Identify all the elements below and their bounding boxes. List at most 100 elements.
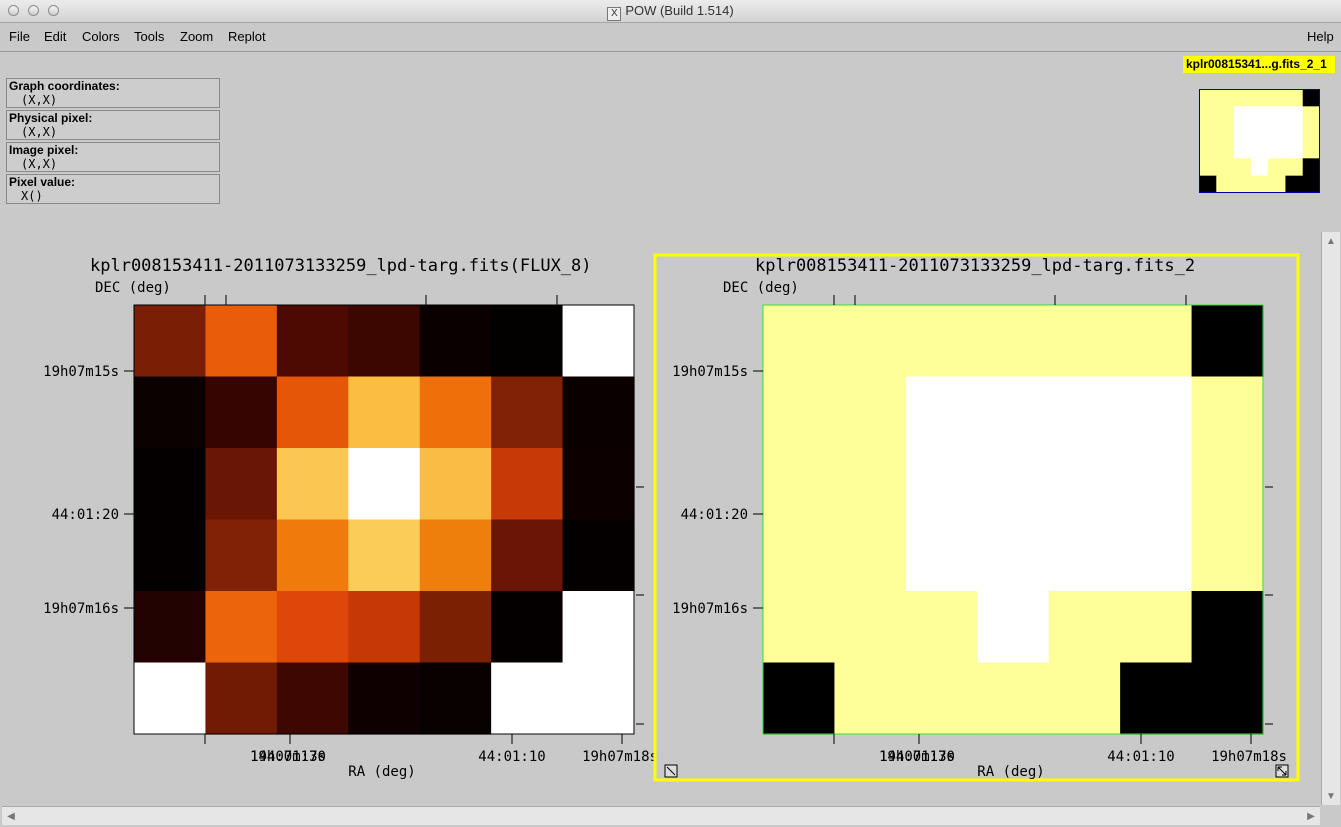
image-pixel: [562, 591, 635, 664]
image-pixel: [834, 376, 907, 449]
image-pixel: [834, 662, 907, 735]
image-pixel: [905, 448, 978, 521]
image-pixel: [348, 305, 421, 378]
graph-2: kplr008153411-2011073133259_lpd-targ.fit…: [653, 253, 1300, 782]
image-pixel: [763, 305, 836, 378]
image-pixel: [134, 591, 207, 664]
image-pixel: [1048, 591, 1121, 664]
scroll-up-arrow-icon[interactable]: ▲: [1323, 233, 1339, 249]
resize-handle-icon-left[interactable]: [664, 764, 678, 778]
graph-canvas[interactable]: kplr008153411-2011073133259_lpd-targ.fit…: [0, 0, 1341, 827]
image-pixel: [763, 448, 836, 521]
image-pixel: [1120, 376, 1193, 449]
image-pixel: [205, 376, 278, 449]
image-pixel: [905, 519, 978, 592]
image-pixel: [134, 662, 207, 735]
image-pixel: [977, 591, 1050, 664]
graph-xlabel: RA (deg): [977, 764, 1044, 780]
image-pixel: [205, 591, 278, 664]
graph-xlabel: RA (deg): [348, 764, 415, 780]
image-pixel: [348, 376, 421, 449]
image-pixel: [977, 519, 1050, 592]
image-pixel: [562, 376, 635, 449]
image-pixel: [763, 519, 836, 592]
image-pixel: [763, 591, 836, 664]
image-pixel: [491, 305, 564, 378]
y-tick-label: 19h07m15s: [43, 364, 119, 380]
image-pixel: [276, 448, 349, 521]
x-tick-label: 19h07m17s: [250, 749, 326, 765]
y-tick-label: 44:01:20: [681, 507, 748, 523]
image-pixel: [763, 662, 836, 735]
image-pixel: [1191, 591, 1264, 664]
graph-title: kplr008153411-2011073133259_lpd-targ.fit…: [90, 256, 592, 276]
image-pixel: [419, 519, 492, 592]
image-pixel: [348, 662, 421, 735]
y-tick-label: 44:01:20: [52, 507, 119, 523]
image-pixel: [1120, 519, 1193, 592]
image-pixel: [977, 662, 1050, 735]
image-pixel: [276, 305, 349, 378]
image-pixel: [905, 662, 978, 735]
image-pixel: [205, 305, 278, 378]
scroll-down-arrow-icon[interactable]: ▼: [1323, 788, 1339, 804]
image-pixel: [977, 376, 1050, 449]
y-tick-label: 19h07m16s: [43, 601, 119, 617]
image-pixel: [1191, 448, 1264, 521]
image-pixel: [1048, 305, 1121, 378]
graph-title: kplr008153411-2011073133259_lpd-targ.fit…: [755, 256, 1195, 276]
image-pixel: [834, 448, 907, 521]
image-pixel: [491, 591, 564, 664]
image-pixel: [1191, 305, 1264, 378]
image-pixel: [419, 376, 492, 449]
image-pixel: [1120, 662, 1193, 735]
image-pixel: [1191, 662, 1264, 735]
image-pixel: [1120, 448, 1193, 521]
image-pixel: [134, 305, 207, 378]
graph-1: kplr008153411-2011073133259_lpd-targ.fit…: [43, 256, 658, 780]
image-pixel: [905, 591, 978, 664]
graph-ylabel: DEC (deg): [723, 280, 799, 296]
image-pixel: [134, 448, 207, 521]
image-pixel: [276, 519, 349, 592]
x-tick-label: 19h07m18s: [1211, 749, 1287, 765]
image-pixel: [205, 519, 278, 592]
image-pixel: [1048, 448, 1121, 521]
image-pixel: [977, 448, 1050, 521]
image-pixel: [276, 591, 349, 664]
x-tick-label: 19h07m17s: [879, 749, 955, 765]
image-pixel: [491, 376, 564, 449]
image-pixel: [134, 519, 207, 592]
resize-handle-icon[interactable]: [1275, 764, 1289, 778]
image-pixel: [348, 519, 421, 592]
image-pixel: [1048, 376, 1121, 449]
scroll-left-arrow-icon[interactable]: ◀: [3, 808, 19, 824]
image-pixel: [834, 591, 907, 664]
image-pixel: [134, 376, 207, 449]
image-pixel: [562, 662, 635, 735]
image-pixel: [977, 305, 1050, 378]
image-pixel: [348, 591, 421, 664]
image-pixel: [205, 448, 278, 521]
image-pixel: [1048, 662, 1121, 735]
x-tick-label: 44:01:10: [1107, 749, 1174, 765]
image-pixel: [834, 305, 907, 378]
image-pixel: [562, 519, 635, 592]
x-tick-label: 44:01:10: [478, 749, 545, 765]
scroll-right-arrow-icon[interactable]: ▶: [1303, 808, 1319, 824]
image-pixel: [348, 448, 421, 521]
y-tick-label: 19h07m15s: [672, 364, 748, 380]
image-pixel: [491, 662, 564, 735]
image-pixel: [419, 305, 492, 378]
image-pixel: [419, 448, 492, 521]
horizontal-scrollbar[interactable]: ◀ ▶: [2, 806, 1320, 825]
image-pixel: [562, 305, 635, 378]
image-pixel: [276, 376, 349, 449]
image-pixel: [562, 448, 635, 521]
graph-ylabel: DEC (deg): [95, 280, 171, 296]
vertical-scrollbar[interactable]: ▲ ▼: [1321, 232, 1340, 805]
image-pixel: [205, 662, 278, 735]
image-pixel: [1120, 305, 1193, 378]
image-pixel: [419, 591, 492, 664]
image-pixel: [1120, 591, 1193, 664]
